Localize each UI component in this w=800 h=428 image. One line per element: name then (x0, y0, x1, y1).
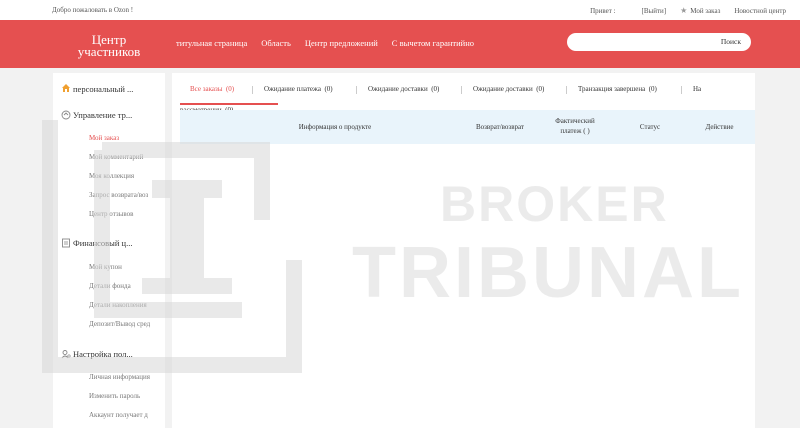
column-action: Действие (705, 123, 734, 131)
sidebar-item-change-password[interactable]: Изменить пароль (89, 392, 161, 400)
tab-count: (0) (324, 85, 333, 93)
sidebar-section-settings[interactable]: Настройка пол... (73, 349, 163, 359)
star-icon: ★ (680, 6, 688, 15)
welcome-text: Добро пожаловать в Ozon ! (52, 6, 134, 14)
column-return: Возврат/возврат (476, 123, 524, 131)
nav-warranty[interactable]: С вычетом гарантийно (392, 38, 474, 48)
nav-home[interactable]: титульная страница (176, 38, 247, 48)
watermark-line1: BROKER (440, 176, 669, 232)
tab-under-review[interactable]: На (693, 85, 701, 93)
logo-line2: участников (77, 44, 141, 59)
sidebar-item-deposit-withdraw[interactable]: Депозит/Вывод сред (89, 320, 161, 328)
tab-separator (461, 86, 462, 94)
tab-separator (252, 86, 253, 94)
sidebar-item-accumulation[interactable]: Детали накопления (89, 301, 161, 309)
news-center-link[interactable]: Новостной центр (734, 7, 786, 15)
order-management-icon (61, 110, 71, 120)
tab-count: (0) (431, 85, 440, 93)
my-order-link[interactable]: Мой заказ (690, 7, 720, 15)
nav-area[interactable]: Область (261, 38, 291, 48)
tab-label: Ожидание доставки (473, 85, 533, 93)
sidebar-item-coupon[interactable]: Мой купон (89, 263, 161, 271)
tab-label: Ожидание платежа (264, 85, 321, 93)
tab-awaiting-delivery[interactable]: Ожидание доставки (0) (368, 85, 439, 93)
orders-table-header: Информация о продукте Возврат/возврат Фа… (180, 110, 755, 144)
tab-count: (0) (648, 85, 657, 93)
main-nav: титульная страница Область Центр предлож… (176, 38, 488, 48)
column-status: Статус (639, 123, 661, 131)
logout-link[interactable]: [Выйти] (642, 7, 667, 15)
tab-label: Ожидание доставки (368, 85, 428, 93)
watermark-line2: TRIBUNAL (352, 233, 744, 313)
top-bar: Добро пожаловать в Ozon ! Привет : [Выйт… (0, 0, 800, 20)
nav-offers[interactable]: Центр предложений (305, 38, 378, 48)
user-settings-icon (61, 350, 71, 359)
tab-count: (0) (225, 85, 235, 93)
top-bar-links: Привет : [Выйти] ★ Мой заказ Новостной ц… (576, 6, 786, 15)
tab-label: Транзакция завершена (578, 85, 646, 93)
sidebar-item-collection[interactable]: Моя коллекция (89, 172, 161, 180)
sidebar-section-finance[interactable]: Финансовый ц... (73, 238, 163, 248)
sidebar: персональный ... Управление тр... Мой за… (53, 73, 165, 428)
logo[interactable]: Центр участников (66, 33, 152, 59)
tab-label: На (693, 85, 702, 93)
tab-transaction-complete[interactable]: Транзакция завершена (0) (578, 85, 657, 93)
header: Центр участников титульная страница Обла… (0, 20, 800, 68)
greeting-text: Привет : (590, 6, 616, 15)
tab-separator (356, 86, 357, 94)
tab-label: Все заказы (190, 85, 223, 93)
column-product-info: Информация о продукте (298, 123, 372, 131)
sidebar-section-orders[interactable]: Управление тр... (73, 110, 163, 120)
column-actual-payment: Фактический платеж ( ) (555, 117, 595, 135)
sidebar-item-reviews[interactable]: Центр отзывов (89, 210, 161, 218)
tab-separator (681, 86, 682, 94)
sidebar-item-account-receives[interactable]: Аккаунт получает д (89, 411, 161, 419)
sidebar-item-comments[interactable]: Мой комментарий (89, 153, 161, 161)
sidebar-item-my-order[interactable]: Мой заказ (89, 134, 161, 142)
tab-separator (566, 86, 567, 94)
sidebar-section-personal[interactable]: персональный ... (73, 84, 163, 94)
tab-awaiting-delivery-2[interactable]: Ожидание доставки (0) (473, 85, 544, 93)
tab-awaiting-payment[interactable]: Ожидание платежа (0) (264, 85, 333, 93)
tab-count: (0) (536, 85, 545, 93)
search-button[interactable]: Поиск (721, 37, 741, 46)
sidebar-item-fund-details[interactable]: Детали фонда (89, 282, 161, 290)
search-input[interactable]: Поиск (567, 33, 751, 51)
active-tab-indicator (180, 103, 278, 105)
tab-all-orders[interactable]: Все заказы (0) (190, 85, 234, 93)
sidebar-item-returns[interactable]: Запрос возврата/воз (89, 191, 161, 199)
home-icon (62, 84, 70, 92)
sidebar-item-personal-info[interactable]: Личная информация (89, 373, 161, 381)
finance-icon (62, 238, 70, 248)
